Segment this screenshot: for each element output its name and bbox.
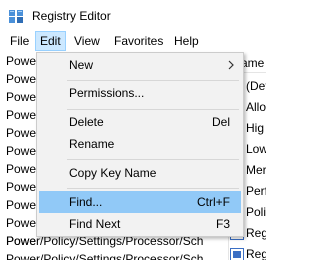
value-name: Hig: [246, 121, 265, 135]
value-name: Poli: [246, 205, 266, 219]
value-name: Low: [246, 142, 266, 156]
menu-item-new[interactable]: New: [39, 54, 241, 76]
menu-favorites[interactable]: Favorites: [110, 31, 167, 51]
menu-file[interactable]: File: [6, 31, 33, 51]
menu-separator: [67, 109, 239, 110]
menu-item-delete[interactable]: Delete Del: [39, 111, 241, 133]
registry-editor-icon: [9, 10, 23, 23]
menu-item-label: Find Next: [69, 217, 121, 231]
tree-item[interactable]: Powe: [6, 160, 36, 178]
menu-separator: [67, 80, 239, 81]
edit-menu-dropdown: New Permissions... Delete Del Rename Cop…: [36, 52, 244, 237]
value-name: Perf: [246, 184, 266, 198]
value-name: Mer: [246, 163, 266, 177]
menu-help[interactable]: Help: [170, 31, 203, 51]
menu-item-copy-key-name[interactable]: Copy Key Name: [39, 162, 241, 184]
value-name: Reg: [246, 247, 266, 260]
menu-item-permissions[interactable]: Permissions...: [39, 82, 241, 104]
tree-item[interactable]: Powe: [6, 142, 36, 160]
menu-item-label: Copy Key Name: [69, 166, 157, 180]
menu-item-find-next[interactable]: Find Next F3: [39, 213, 241, 235]
menu-item-label: New: [69, 58, 94, 72]
menu-item-label: Rename: [69, 137, 115, 151]
value-name: Reg: [246, 226, 266, 240]
menu-item-shortcut: F3: [215, 217, 230, 231]
menu-item-label: Find...: [69, 195, 103, 209]
menu-item-label: Permissions...: [69, 86, 145, 100]
tree-item[interactable]: Powe: [6, 52, 36, 70]
tree-item[interactable]: Powe: [6, 124, 36, 142]
menu-bar: File Edit View Favorites Help: [0, 31, 266, 52]
menu-separator: [67, 159, 239, 160]
menu-view[interactable]: View: [70, 31, 104, 51]
tree-item[interactable]: Powe: [6, 88, 36, 106]
tree-item[interactable]: Powe: [6, 70, 36, 88]
menu-item-find[interactable]: Find... Ctrl+F: [39, 191, 241, 213]
tree-item[interactable]: Powe: [6, 106, 36, 124]
tree-item[interactable]: Power/Policy/Settings/Processor/Sch: [6, 250, 203, 260]
registry-value-icon: [230, 248, 244, 260]
value-name: (Def: [246, 79, 266, 93]
menu-edit[interactable]: Edit: [35, 31, 66, 51]
menu-item-rename[interactable]: Rename: [39, 133, 241, 155]
tree-item[interactable]: Powe: [6, 214, 36, 232]
chevron-right-icon: [228, 60, 234, 70]
title-bar: Registry Editor: [0, 0, 266, 32]
menu-separator: [67, 188, 239, 189]
value-name: Allo: [246, 100, 266, 114]
tree-item[interactable]: Powe: [6, 196, 36, 214]
menu-item-shortcut: Ctrl+F: [197, 195, 230, 209]
menu-item-shortcut: Del: [211, 115, 230, 129]
window-title: Registry Editor: [32, 9, 111, 23]
menu-item-label: Delete: [69, 115, 104, 129]
tree-item[interactable]: Powe: [6, 178, 36, 196]
